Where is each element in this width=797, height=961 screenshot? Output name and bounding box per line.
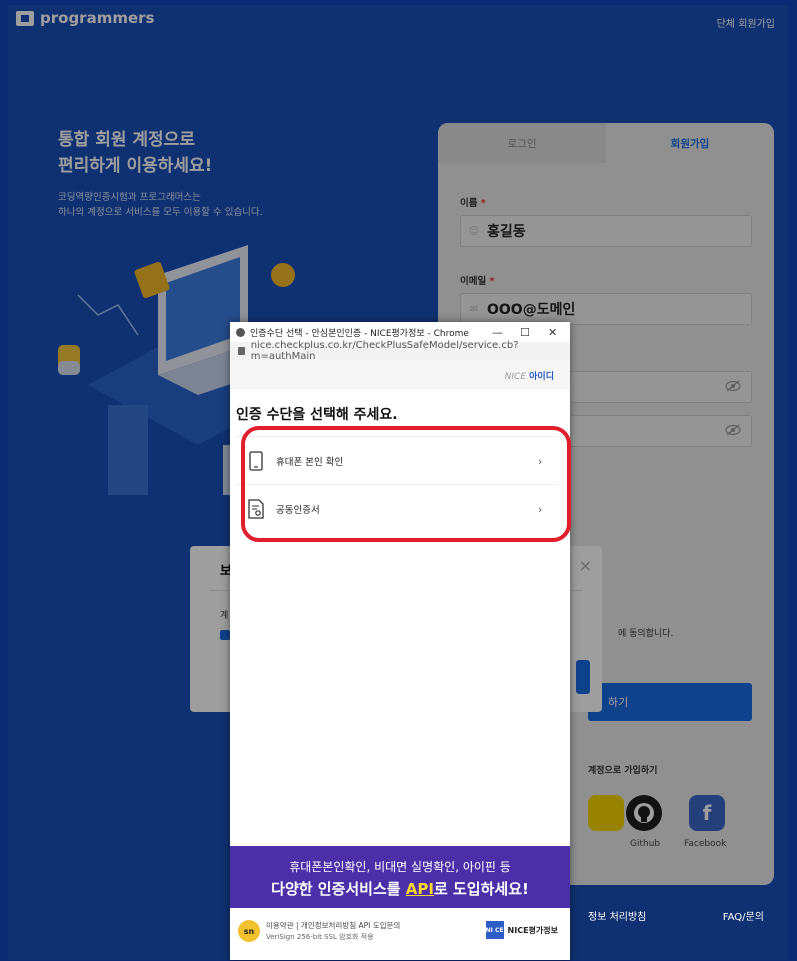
auth-method-heading: 인증 수단을 선택해 주세요.: [236, 407, 398, 423]
popup-footer: sn 이용약관 | 개인정보처리방침 API 도입문의 VeriSign 256…: [230, 908, 570, 960]
lock-icon: [238, 347, 245, 355]
address-bar[interactable]: nice.checkplus.co.kr/CheckPlusSafeModel/…: [230, 340, 570, 362]
nice-auth-popup-window: 인증수단 선택 - 안심본인인증 - NICE평가정보 - Chrome — ☐…: [230, 322, 570, 960]
privacy-link[interactable]: 정보 처리방침: [588, 912, 646, 923]
faq-link[interactable]: FAQ/문의: [723, 912, 764, 923]
highlight-annotation: [241, 426, 571, 542]
nice-id-logo: NICE 아이디: [504, 372, 554, 382]
banner-line2: 다양한 인증서비스를 API로 도입하세요!: [271, 880, 529, 898]
banner-line1: 휴대폰본인확인, 비대면 실명확인, 아이핀 등: [289, 860, 511, 874]
nice-header: NICE 아이디: [230, 360, 570, 389]
minimize-button[interactable]: —: [492, 322, 503, 342]
window-title: 인증수단 선택 - 안심본인인증 - NICE평가정보 - Chrome: [250, 328, 469, 339]
maximize-button[interactable]: ☐: [520, 322, 530, 342]
window-titlebar[interactable]: 인증수단 선택 - 안심본인인증 - NICE평가정보 - Chrome: [230, 322, 570, 342]
api-promo-banner[interactable]: 휴대폰본인확인, 비대면 실명확인, 아이핀 등 다양한 인증서비스를 API로…: [230, 846, 570, 908]
footer-links[interactable]: 이용약관 | 개인정보처리방침 API 도입문의: [266, 920, 400, 931]
chrome-icon: [236, 327, 245, 337]
close-button[interactable]: ✕: [548, 322, 557, 342]
sn-badge: sn: [238, 920, 260, 942]
footer-links: 정보 처리방침 FAQ/문의: [588, 908, 764, 923]
ssl-notice: VeriSign 256-bit SSL 암호화 적용: [266, 933, 374, 941]
url-text: nice.checkplus.co.kr/CheckPlusSafeModel/…: [250, 340, 519, 362]
nice-brand-logo: NI CE NICE평가정보: [485, 921, 558, 939]
